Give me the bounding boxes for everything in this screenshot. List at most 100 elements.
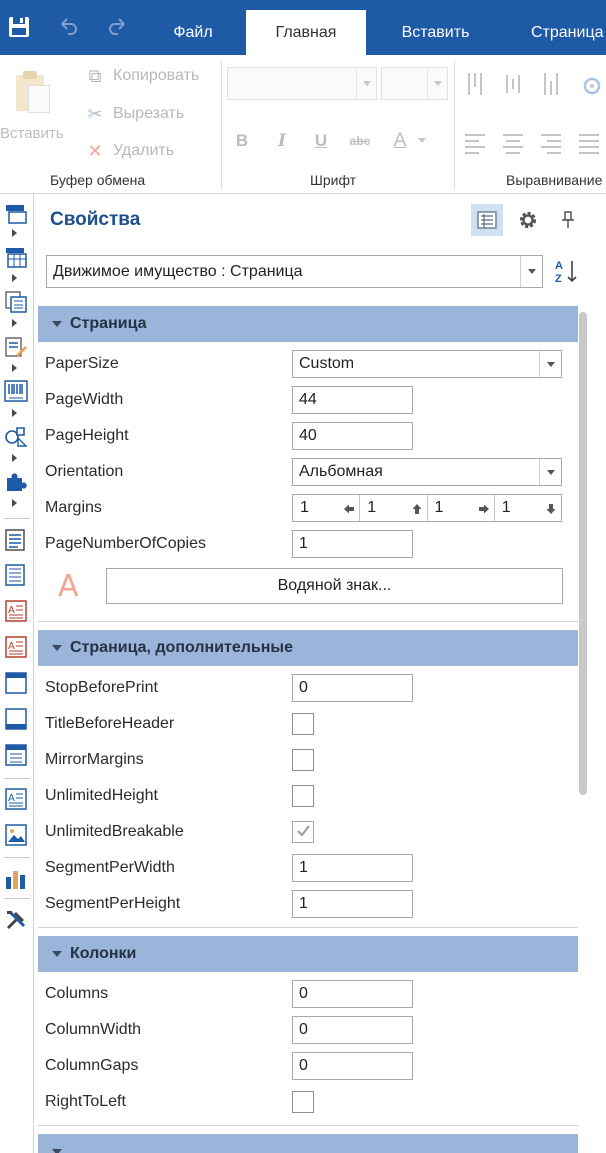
columns-input[interactable]: 0 xyxy=(292,980,413,1008)
chevron-down-icon xyxy=(520,256,542,287)
barcode-icon[interactable] xyxy=(4,379,28,403)
pagewidth-input[interactable]: 44 xyxy=(292,386,413,414)
expand-arrow-icon[interactable] xyxy=(12,274,17,282)
chart-icon[interactable] xyxy=(4,867,28,891)
svg-text:A: A xyxy=(555,260,563,272)
properties-panel: Свойства Движимое имущество : Страница A… xyxy=(38,194,606,1153)
unlimitedheight-checkbox[interactable] xyxy=(292,785,314,807)
align-justify-icon[interactable] xyxy=(579,132,601,154)
segmentperheight-input[interactable]: 1 xyxy=(292,890,413,918)
tab-insert[interactable]: Вставить xyxy=(378,10,493,55)
expand-arrow-icon[interactable] xyxy=(12,364,17,372)
property-label: Margins xyxy=(45,499,102,516)
tab-file[interactable]: Файл xyxy=(154,10,232,55)
category-next[interactable] xyxy=(38,1134,578,1153)
rotate-icon[interactable] xyxy=(581,75,603,102)
pin-button[interactable] xyxy=(552,204,584,236)
italic-button[interactable]: I xyxy=(270,129,294,153)
font-name-combo[interactable] xyxy=(227,67,377,100)
expand-arrow-icon[interactable] xyxy=(12,409,17,417)
title-bar: Файл Главная Вставить Страница xyxy=(0,0,606,55)
copy-button[interactable]: ⧉ Копировать xyxy=(84,65,200,87)
margin-top-input[interactable]: 1 xyxy=(360,495,428,521)
scrollbar[interactable] xyxy=(579,312,587,795)
table-icon[interactable] xyxy=(4,743,28,767)
copies-input[interactable]: 1 xyxy=(292,530,413,558)
margin-right-input[interactable]: 1 xyxy=(428,495,495,521)
bold-button[interactable]: B xyxy=(230,129,254,153)
settings-button[interactable] xyxy=(512,204,544,236)
pageheight-input[interactable]: 40 xyxy=(292,422,413,450)
stopbeforeprint-input[interactable]: 0 xyxy=(292,674,413,702)
save-icon[interactable] xyxy=(6,14,32,40)
collapse-icon xyxy=(52,1149,62,1153)
redo-icon[interactable] xyxy=(104,14,130,40)
tools-icon[interactable] xyxy=(4,908,28,932)
tab-page[interactable]: Страница xyxy=(515,10,606,55)
category-columns[interactable]: Колонки xyxy=(38,936,578,972)
group-header-icon[interactable]: A xyxy=(4,599,28,623)
tab-home[interactable]: Главная xyxy=(246,10,366,55)
paste-button[interactable] xyxy=(14,69,56,117)
arrow-left-icon xyxy=(344,504,355,514)
puzzle-icon[interactable] xyxy=(4,469,28,493)
image-icon[interactable] xyxy=(4,823,28,847)
svg-text:A: A xyxy=(8,641,15,652)
align-right-icon[interactable] xyxy=(541,132,563,154)
data-band-icon[interactable] xyxy=(4,563,28,587)
align-left-icon[interactable] xyxy=(465,132,487,154)
align-middle-icon[interactable] xyxy=(504,73,524,95)
expand-arrow-icon[interactable] xyxy=(12,229,17,237)
align-top-icon[interactable] xyxy=(466,73,486,95)
page-header-icon[interactable] xyxy=(4,528,28,552)
expand-arrow-icon[interactable] xyxy=(12,319,17,327)
sort-alphabetical-button[interactable]: A Z xyxy=(551,256,581,286)
gear-icon xyxy=(519,211,537,229)
watermark-button[interactable]: Водяной знак... xyxy=(106,568,563,604)
category-page-extra[interactable]: Страница, дополнительные xyxy=(38,630,578,666)
margin-left-input[interactable]: 1 xyxy=(293,495,361,521)
property-label: SegmentPerHeight xyxy=(45,895,181,912)
header-band-icon[interactable] xyxy=(4,671,28,695)
strikethrough-button[interactable]: abc xyxy=(345,129,375,153)
titlebeforeheader-checkbox[interactable] xyxy=(292,713,314,735)
text-icon[interactable]: A xyxy=(4,787,28,811)
category-page[interactable]: Страница xyxy=(38,306,578,342)
orientation-combo[interactable]: Альбомная xyxy=(292,458,562,486)
undo-icon[interactable] xyxy=(56,14,82,40)
edit-form-icon[interactable] xyxy=(4,335,28,359)
expand-arrow-icon[interactable] xyxy=(12,499,17,507)
expand-arrow-icon[interactable] xyxy=(12,454,17,462)
categorized-view-button[interactable] xyxy=(471,204,503,236)
unlimitedbreakable-checkbox[interactable] xyxy=(292,821,314,843)
font-size-combo[interactable] xyxy=(381,67,448,100)
segmentperwidth-input[interactable]: 1 xyxy=(292,854,413,882)
cross-band-icon[interactable] xyxy=(4,290,28,314)
svg-text:A: A xyxy=(8,793,15,804)
columngaps-input[interactable]: 0 xyxy=(292,1052,413,1080)
arrow-down-icon xyxy=(546,504,556,514)
righttoleft-checkbox[interactable] xyxy=(292,1091,314,1113)
group-footer-icon[interactable]: A xyxy=(4,635,28,659)
cut-button[interactable]: ✂ Вырезать xyxy=(84,103,184,125)
font-color-button[interactable]: A xyxy=(388,129,412,153)
align-bottom-icon[interactable] xyxy=(542,73,562,95)
margin-bottom-input[interactable]: 1 xyxy=(495,495,561,521)
chevron-down-icon xyxy=(418,138,426,143)
report-title-band-icon[interactable] xyxy=(4,202,28,226)
align-center-icon[interactable] xyxy=(503,132,525,154)
columnwidth-input[interactable]: 0 xyxy=(292,1016,413,1044)
pin-icon xyxy=(562,211,574,228)
property-label: PageHeight xyxy=(45,427,129,444)
underline-button[interactable]: U xyxy=(309,129,333,153)
shapes-icon[interactable] xyxy=(4,424,28,448)
delete-button[interactable]: ✕ Удалить xyxy=(84,140,174,162)
papersize-combo[interactable]: Custom xyxy=(292,350,562,378)
mirrormargins-checkbox[interactable] xyxy=(292,749,314,771)
delete-icon: ✕ xyxy=(87,140,103,161)
table-band-icon[interactable] xyxy=(4,245,28,269)
object-selector[interactable]: Движимое имущество : Страница xyxy=(46,255,543,288)
chevron-down-icon xyxy=(427,68,447,99)
footer-band-icon[interactable] xyxy=(4,707,28,731)
font-group-label: Шрифт xyxy=(310,172,357,188)
